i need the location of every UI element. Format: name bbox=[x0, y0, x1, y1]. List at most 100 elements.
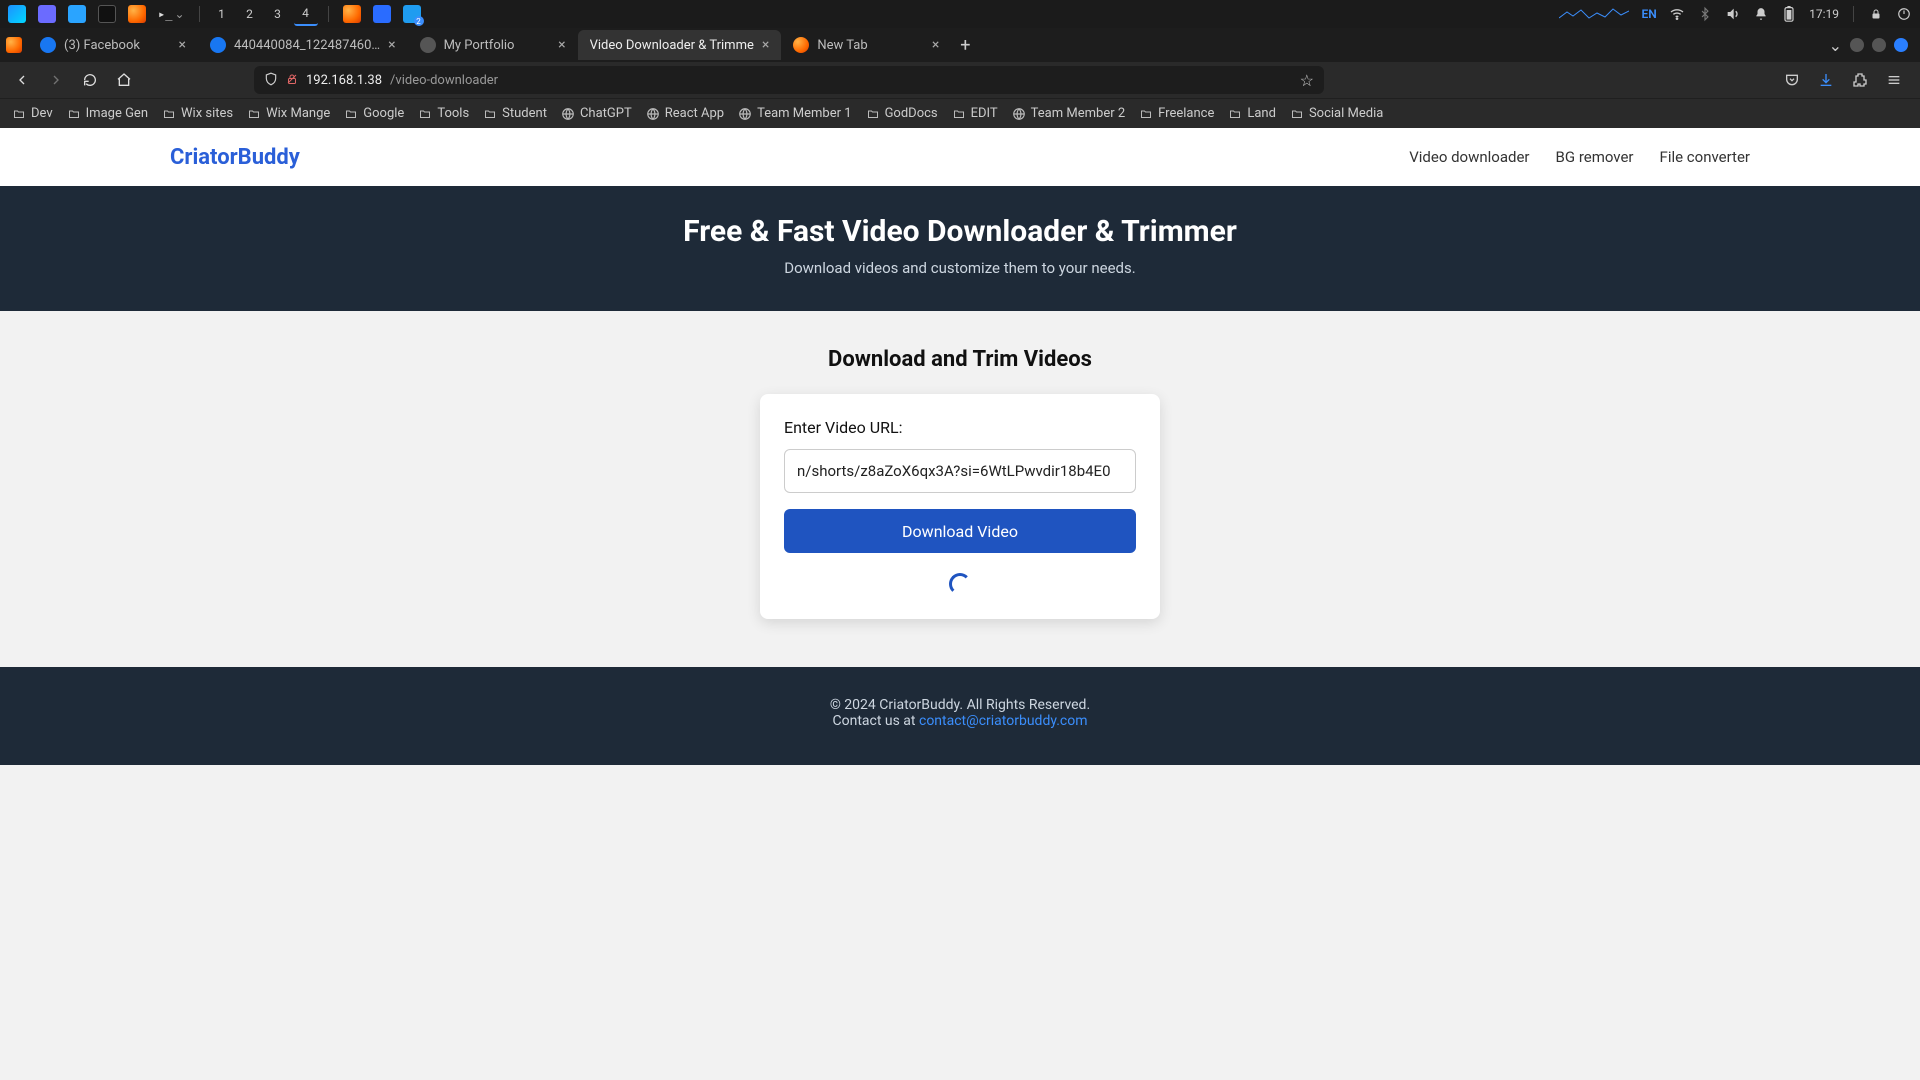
bookmark-item[interactable]: Team Member 2 bbox=[1012, 106, 1126, 121]
close-tab-icon[interactable]: × bbox=[558, 38, 565, 52]
hero-section: Free & Fast Video Downloader & Trimmer D… bbox=[0, 186, 1920, 311]
taskbar-files-icon[interactable] bbox=[64, 2, 90, 26]
section-title: Download and Trim Videos bbox=[828, 347, 1092, 372]
taskbar-app-2[interactable] bbox=[94, 2, 120, 26]
url-input-label: Enter Video URL: bbox=[784, 418, 1136, 437]
browser-tab-4[interactable]: Video Downloader & Trimme × bbox=[578, 30, 782, 60]
bookmark-item[interactable]: Student bbox=[483, 106, 547, 121]
battery-icon[interactable] bbox=[1777, 2, 1801, 26]
browser-tab-1[interactable]: (3) Facebook × bbox=[28, 30, 198, 60]
facebook-icon bbox=[210, 37, 226, 53]
url-bar[interactable]: 192.168.1.38/video-downloader ☆ bbox=[254, 66, 1324, 94]
taskbar-vscode-icon[interactable]: 2 bbox=[399, 2, 425, 26]
close-tab-icon[interactable]: × bbox=[179, 38, 186, 52]
main-section: Download and Trim Videos Enter Video URL… bbox=[0, 311, 1920, 667]
bookmark-item[interactable]: React App bbox=[646, 106, 724, 121]
app-launcher-icon[interactable] bbox=[4, 2, 30, 26]
extensions-icon[interactable] bbox=[1846, 66, 1874, 94]
bookmark-label: Team Member 1 bbox=[757, 106, 852, 121]
video-url-input[interactable] bbox=[784, 449, 1136, 493]
facebook-icon bbox=[40, 37, 56, 53]
workspace-3[interactable]: 3 bbox=[266, 2, 290, 26]
wifi-icon[interactable] bbox=[1665, 2, 1689, 26]
bookmark-label: EDIT bbox=[971, 106, 998, 121]
browser-tab-2[interactable]: 440440084_122487460… × bbox=[198, 30, 408, 60]
taskbar-firefox-running-icon[interactable] bbox=[339, 2, 365, 26]
bookmark-star-icon[interactable]: ☆ bbox=[1300, 71, 1314, 90]
bookmark-item[interactable]: Google bbox=[344, 106, 404, 121]
taskbar-firefox-icon[interactable] bbox=[124, 2, 150, 26]
tabs-overflow-icon[interactable]: ⌄ bbox=[1829, 36, 1842, 55]
url-path: /video-downloader bbox=[390, 73, 498, 88]
app-menu-icon[interactable] bbox=[1880, 66, 1908, 94]
browser-tab-strip: (3) Facebook × 440440084_122487460… × My… bbox=[0, 28, 1920, 62]
bookmark-item[interactable]: Freelance bbox=[1139, 106, 1214, 121]
nav-video-downloader[interactable]: Video downloader bbox=[1409, 148, 1529, 166]
site-brand[interactable]: CriatorBuddy bbox=[170, 145, 300, 170]
window-close-icon[interactable] bbox=[1894, 38, 1908, 52]
bookmark-label: Team Member 2 bbox=[1031, 106, 1126, 121]
site-footer: © 2024 CriatorBuddy. All Rights Reserved… bbox=[0, 667, 1920, 765]
taskbar-terminal-icon[interactable]: ▸_⌄ bbox=[154, 2, 189, 26]
bookmark-label: Social Media bbox=[1309, 106, 1383, 121]
tab-title: Video Downloader & Trimme bbox=[590, 38, 754, 53]
volume-icon[interactable] bbox=[1721, 2, 1745, 26]
forward-button[interactable] bbox=[42, 66, 70, 94]
lock-icon[interactable] bbox=[1864, 2, 1888, 26]
os-top-bar: ▸_⌄ 1 2 3 4 2 EN 17:19 bbox=[0, 0, 1920, 28]
bookmark-label: Image Gen bbox=[86, 106, 148, 121]
bookmark-item[interactable]: Wix sites bbox=[162, 106, 233, 121]
bookmark-item[interactable]: Image Gen bbox=[67, 106, 148, 121]
pocket-icon[interactable] bbox=[1778, 66, 1806, 94]
nav-bg-remover[interactable]: BG remover bbox=[1556, 148, 1634, 166]
bookmark-item[interactable]: Social Media bbox=[1290, 106, 1383, 121]
bookmark-item[interactable]: Dev bbox=[12, 106, 53, 121]
window-max-icon[interactable] bbox=[1872, 38, 1886, 52]
bookmark-item[interactable]: Wix Mange bbox=[247, 106, 330, 121]
taskbar-app-1[interactable] bbox=[34, 2, 60, 26]
taskbar-app-3[interactable] bbox=[369, 2, 395, 26]
workspace-1[interactable]: 1 bbox=[210, 2, 234, 26]
firefox-app-icon[interactable] bbox=[6, 37, 22, 53]
workspace-2[interactable]: 2 bbox=[238, 2, 262, 26]
network-graph-icon[interactable] bbox=[1555, 2, 1633, 26]
bookmark-label: React App bbox=[665, 106, 724, 121]
close-tab-icon[interactable]: × bbox=[388, 38, 395, 52]
back-button[interactable] bbox=[8, 66, 36, 94]
browser-tab-3[interactable]: My Portfolio × bbox=[408, 30, 578, 60]
bookmark-item[interactable]: Tools bbox=[418, 106, 469, 121]
url-domain: 192.168.1.38 bbox=[306, 73, 382, 88]
nav-file-converter[interactable]: File converter bbox=[1660, 148, 1750, 166]
bookmark-item[interactable]: EDIT bbox=[952, 106, 998, 121]
language-indicator[interactable]: EN bbox=[1637, 2, 1661, 26]
bookmark-label: ChatGPT bbox=[580, 106, 632, 121]
notifications-icon[interactable] bbox=[1749, 2, 1773, 26]
firefox-favicon-icon bbox=[793, 37, 809, 53]
tab-title: 440440084_122487460… bbox=[234, 38, 380, 53]
window-min-icon[interactable] bbox=[1850, 38, 1864, 52]
workspace-4[interactable]: 4 bbox=[294, 2, 318, 26]
bluetooth-icon[interactable] bbox=[1693, 2, 1717, 26]
power-icon[interactable] bbox=[1892, 2, 1916, 26]
footer-contact-email[interactable]: contact@criatorbuddy.com bbox=[919, 713, 1088, 729]
bookmark-item[interactable]: GodDocs bbox=[866, 106, 938, 121]
downloads-icon[interactable] bbox=[1812, 66, 1840, 94]
bookmark-item[interactable]: ChatGPT bbox=[561, 106, 632, 121]
download-video-button[interactable]: Download Video bbox=[784, 509, 1136, 553]
clock[interactable]: 17:19 bbox=[1805, 2, 1843, 26]
bookmarks-bar: Dev Image Gen Wix sites Wix Mange Google Tool… bbox=[0, 98, 1920, 128]
shield-icon[interactable] bbox=[264, 71, 278, 90]
bookmark-label: Google bbox=[363, 106, 404, 121]
site-nav: Video downloader BG remover File convert… bbox=[1409, 148, 1750, 166]
bookmark-label: Land bbox=[1247, 106, 1276, 121]
bookmark-item[interactable]: Land bbox=[1228, 106, 1276, 121]
reload-button[interactable] bbox=[76, 66, 104, 94]
bookmark-label: GodDocs bbox=[885, 106, 938, 121]
home-button[interactable] bbox=[110, 66, 138, 94]
browser-tab-5[interactable]: New Tab × bbox=[781, 30, 951, 60]
bookmark-item[interactable]: Team Member 1 bbox=[738, 106, 852, 121]
close-tab-icon[interactable]: × bbox=[932, 38, 939, 52]
insecure-lock-icon[interactable] bbox=[286, 71, 298, 90]
close-tab-icon[interactable]: × bbox=[762, 38, 769, 52]
new-tab-button[interactable]: + bbox=[951, 31, 979, 59]
